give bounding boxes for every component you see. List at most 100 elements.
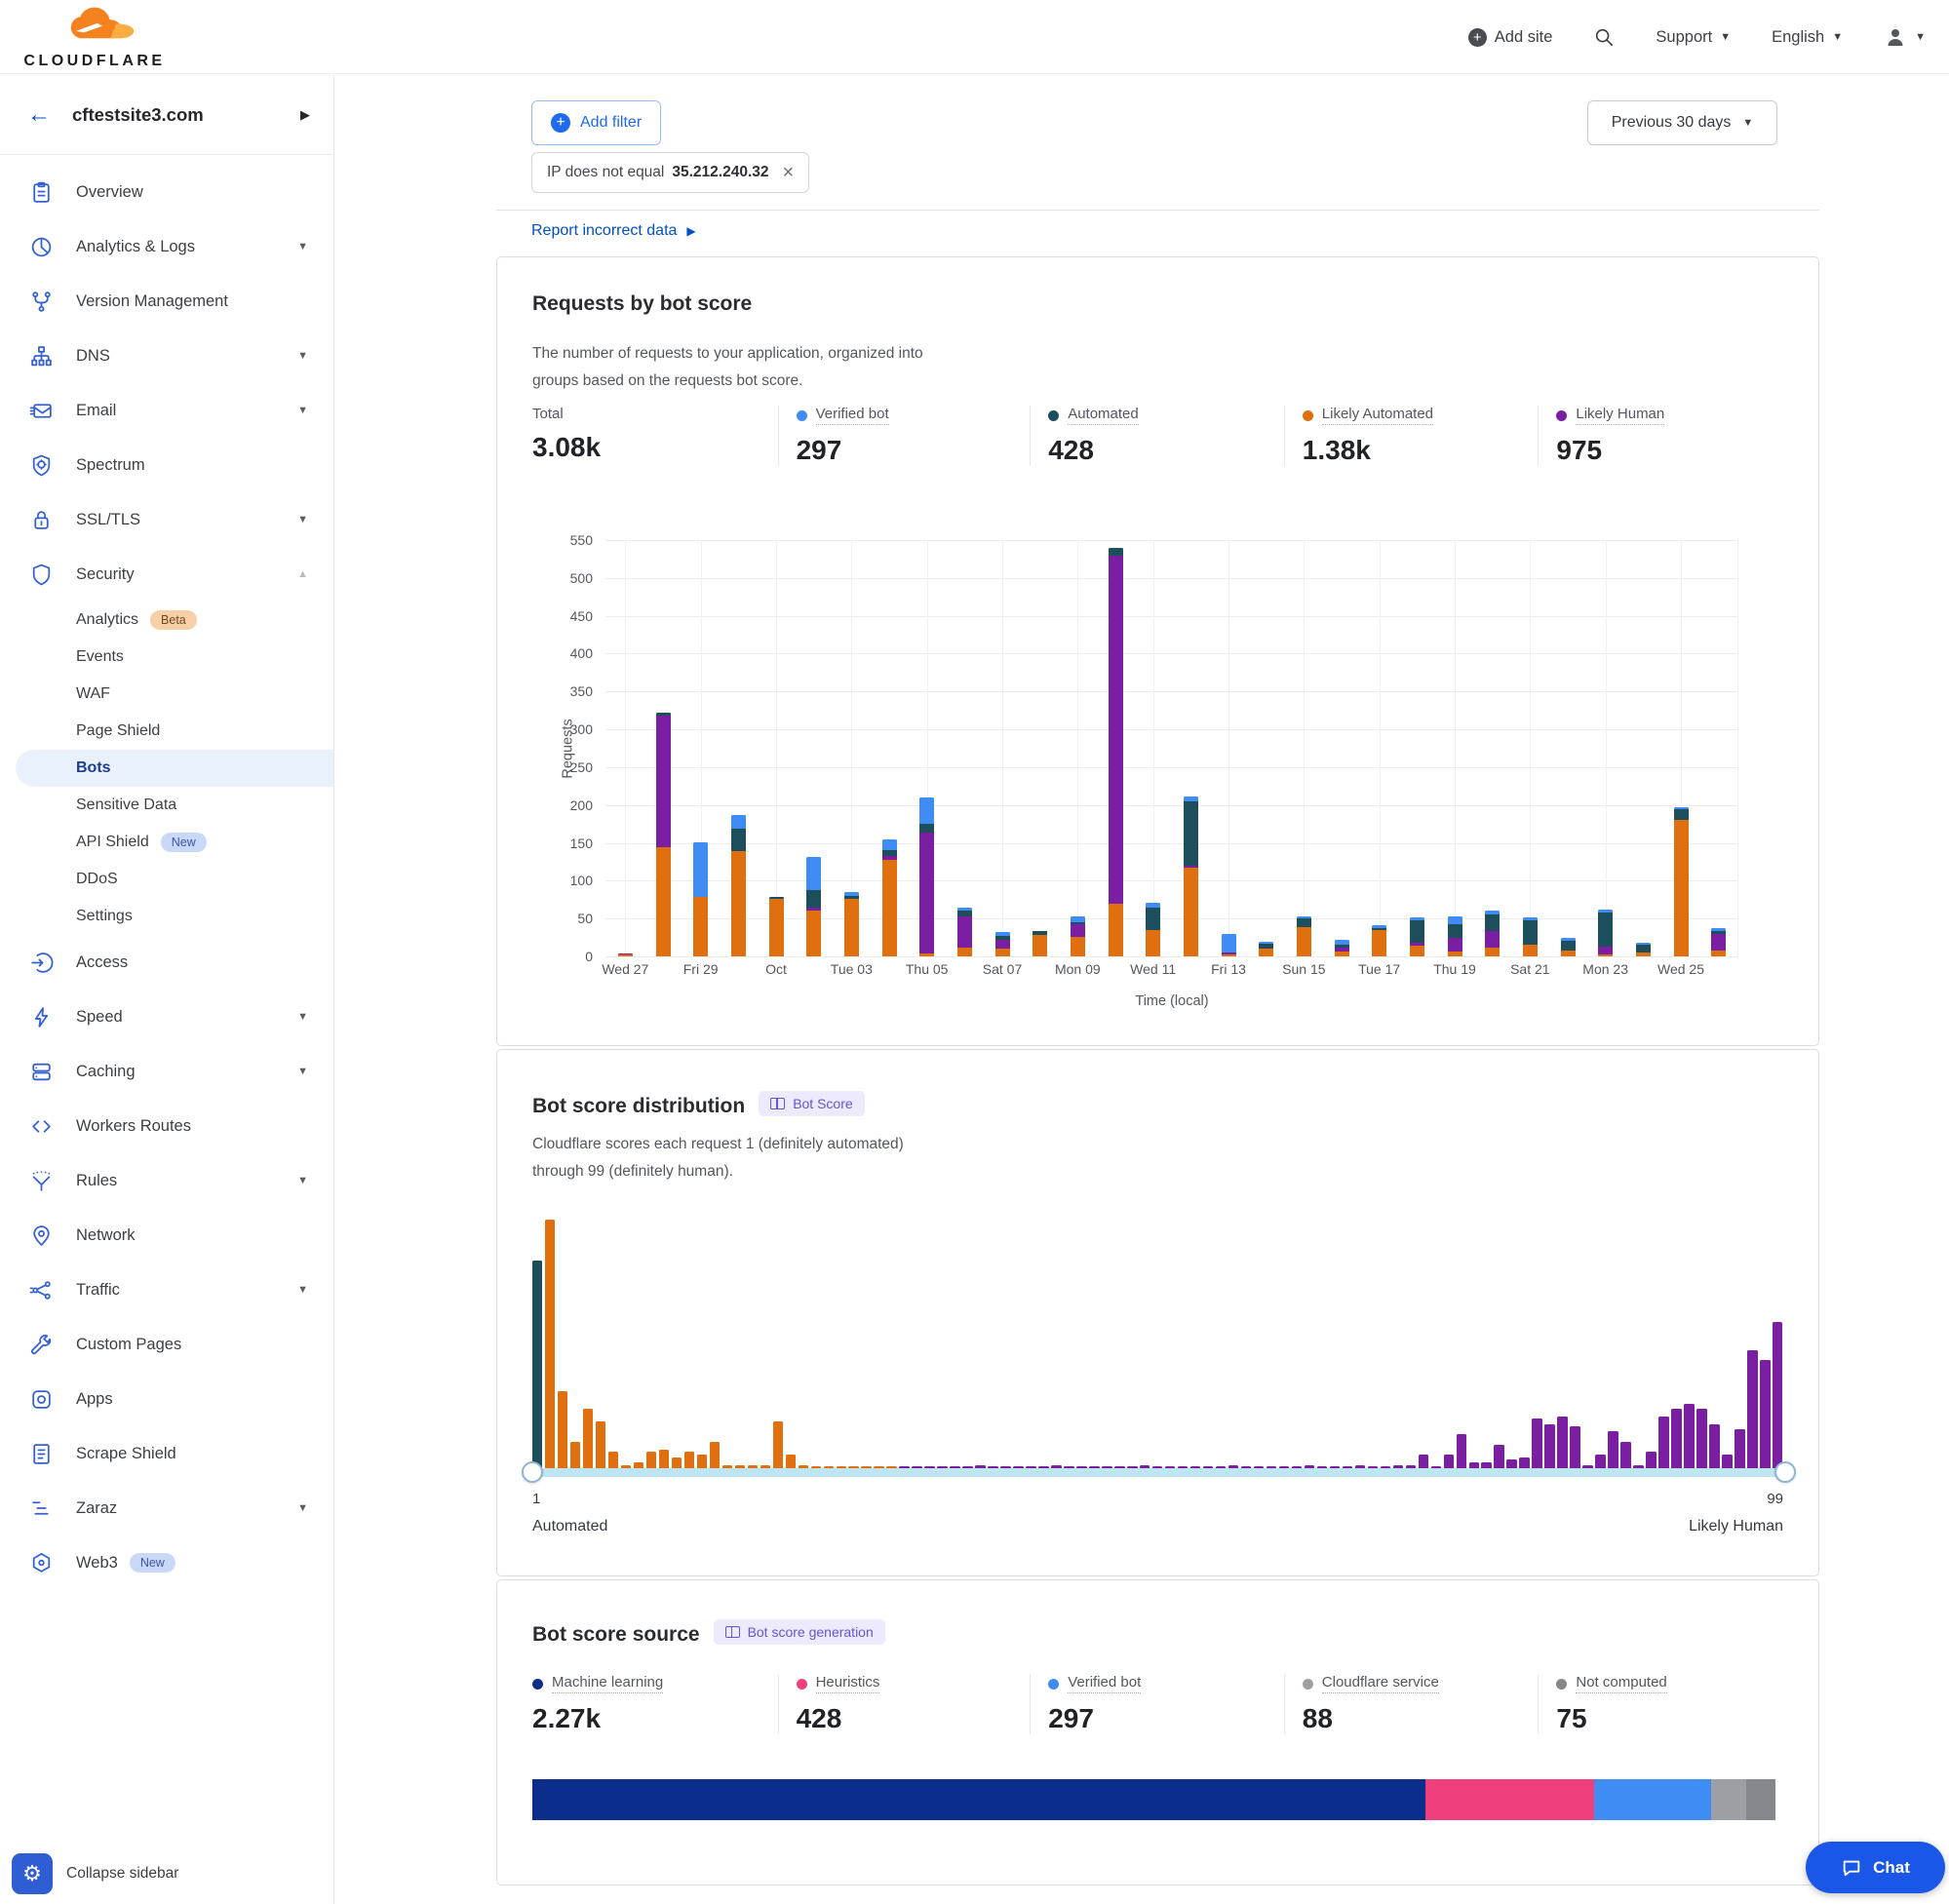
sidebar-item-network[interactable]: Network xyxy=(0,1208,333,1263)
stacked-bar[interactable] xyxy=(656,713,671,956)
stat-label[interactable]: Cloudflare service xyxy=(1322,1674,1439,1693)
sidebar-subitem-ddos[interactable]: DDoS xyxy=(0,861,333,898)
sidebar-item-rules[interactable]: Rules▼ xyxy=(0,1153,333,1208)
quick-settings-button[interactable]: ⚙ xyxy=(12,1853,53,1894)
stat-label[interactable]: Likely Human xyxy=(1576,406,1664,425)
bot-score-histogram[interactable] xyxy=(532,1220,1785,1475)
sidebar-item-traffic[interactable]: Traffic▼ xyxy=(0,1263,333,1317)
stacked-bar[interactable] xyxy=(1033,931,1047,956)
slider-handle-max[interactable] xyxy=(1774,1461,1796,1483)
sidebar-subitem-waf[interactable]: WAF xyxy=(0,676,333,713)
support-menu[interactable]: Support ▼ xyxy=(1656,28,1731,47)
stacked-bar[interactable] xyxy=(882,839,897,956)
sidebar-subitem-events[interactable]: Events xyxy=(0,639,333,676)
stat-label[interactable]: Likely Automated xyxy=(1322,406,1433,425)
stacked-bar[interactable] xyxy=(1184,797,1198,956)
sidebar-subitem-api-shield[interactable]: API ShieldNew xyxy=(0,824,333,861)
stacked-bar[interactable] xyxy=(1109,548,1123,956)
histogram-bin[interactable] xyxy=(1557,1417,1567,1475)
stacked-bar[interactable] xyxy=(1636,943,1651,956)
sidebar-item-dns[interactable]: DNS▼ xyxy=(0,329,333,383)
sidebar-item-zaraz[interactable]: Zaraz▼ xyxy=(0,1481,333,1535)
stacked-bar[interactable] xyxy=(1071,916,1085,956)
stacked-bar[interactable] xyxy=(1598,910,1613,956)
histogram-bin[interactable] xyxy=(1532,1418,1541,1475)
sidebar-subitem-analytics[interactable]: AnalyticsBeta xyxy=(0,602,333,639)
sidebar-item-analytics-logs[interactable]: Analytics & Logs▼ xyxy=(0,219,333,274)
histogram-bin[interactable] xyxy=(773,1421,783,1475)
stacked-bar[interactable] xyxy=(1259,942,1273,956)
stat-label[interactable]: Heuristics xyxy=(816,1674,880,1693)
slider-handle-min[interactable] xyxy=(522,1461,543,1483)
bot-score-doc-chip[interactable]: Bot Score xyxy=(759,1091,864,1116)
histogram-bin[interactable] xyxy=(532,1261,542,1475)
stacked-bar[interactable] xyxy=(1297,916,1311,956)
sidebar-item-version-management[interactable]: Version Management xyxy=(0,274,333,329)
stacked-bar[interactable] xyxy=(995,932,1010,956)
sidebar-item-overview[interactable]: Overview xyxy=(0,165,333,219)
stacked-bar[interactable] xyxy=(844,892,859,956)
stacked-bar[interactable] xyxy=(919,797,934,956)
stacked-bar[interactable] xyxy=(1410,917,1424,956)
sidebar-item-speed[interactable]: Speed▼ xyxy=(0,990,333,1044)
histogram-bin[interactable] xyxy=(583,1409,593,1475)
stat-label[interactable]: Automated xyxy=(1068,406,1139,425)
histogram-bin[interactable] xyxy=(1671,1409,1681,1475)
sidebar-item-custom-pages[interactable]: Custom Pages xyxy=(0,1317,333,1372)
remove-filter-icon[interactable]: × xyxy=(783,162,795,184)
stacked-bar[interactable] xyxy=(731,815,746,956)
chat-button[interactable]: Chat xyxy=(1806,1842,1945,1893)
sidebar-item-caching[interactable]: Caching▼ xyxy=(0,1044,333,1099)
sidebar-item-security[interactable]: Security▲ xyxy=(0,547,333,602)
histogram-bin[interactable] xyxy=(545,1220,555,1475)
sidebar-item-scrape-shield[interactable]: Scrape Shield xyxy=(0,1426,333,1481)
chevron-right-icon[interactable]: ▶ xyxy=(300,107,310,123)
sidebar-item-email[interactable]: Email▼ xyxy=(0,383,333,438)
stat-label[interactable]: Verified bot xyxy=(1068,1674,1141,1693)
histogram-bin[interactable] xyxy=(1747,1350,1757,1475)
sidebar-item-workers-routes[interactable]: Workers Routes xyxy=(0,1099,333,1153)
stacked-bar[interactable] xyxy=(1222,934,1236,956)
sidebar-subitem-sensitive-data[interactable]: Sensitive Data xyxy=(0,787,333,824)
stacked-bar[interactable] xyxy=(1335,940,1349,956)
requests-chart-plot[interactable]: 050100150200250300350400450500550Wed 27F… xyxy=(606,540,1737,956)
stacked-bar[interactable] xyxy=(957,908,972,956)
histogram-bin[interactable] xyxy=(1684,1404,1694,1475)
stacked-bar[interactable] xyxy=(1372,925,1386,956)
histogram-bin[interactable] xyxy=(1658,1417,1668,1475)
stacked-bar[interactable] xyxy=(769,897,784,956)
add-filter-button[interactable]: + Add filter xyxy=(531,100,661,145)
report-incorrect-data-link[interactable]: Report incorrect data ▶ xyxy=(531,222,696,240)
sidebar-item-apps[interactable]: Apps xyxy=(0,1372,333,1426)
stat-label[interactable]: Machine learning xyxy=(552,1674,663,1693)
stacked-bar[interactable] xyxy=(1561,938,1576,956)
bot-score-generation-doc-chip[interactable]: Bot score generation xyxy=(714,1619,885,1645)
stacked-bar[interactable] xyxy=(618,953,633,956)
date-range-dropdown[interactable]: Previous 30 days ▼ xyxy=(1587,100,1777,145)
stat-label[interactable]: Not computed xyxy=(1576,1674,1666,1693)
histogram-bin[interactable] xyxy=(1760,1360,1770,1475)
sidebar-item-spectrum[interactable]: Spectrum xyxy=(0,438,333,492)
site-selector[interactable]: ← cftestsite3.com ▶ xyxy=(0,75,333,155)
histogram-bin[interactable] xyxy=(596,1421,605,1475)
search-button[interactable] xyxy=(1593,26,1615,48)
histogram-bin[interactable] xyxy=(1696,1409,1706,1475)
collapse-sidebar-button[interactable]: Collapse sidebar xyxy=(66,1865,178,1883)
sidebar-item-ssl-tls[interactable]: SSL/TLS▼ xyxy=(0,492,333,547)
stacked-bar[interactable] xyxy=(693,842,708,956)
histogram-bin[interactable] xyxy=(1773,1322,1782,1475)
stacked-bar[interactable] xyxy=(1674,807,1689,956)
stacked-bar[interactable] xyxy=(1146,903,1160,956)
cloudflare-logo[interactable]: CLOUDFLARE xyxy=(21,4,168,70)
stacked-bar[interactable] xyxy=(806,857,821,956)
account-menu[interactable]: ▼ xyxy=(1884,25,1926,49)
sidebar-subitem-bots[interactable]: Bots xyxy=(16,750,333,787)
sidebar-subitem-settings[interactable]: Settings xyxy=(0,898,333,935)
language-menu[interactable]: English ▼ xyxy=(1772,28,1843,47)
stacked-bar[interactable] xyxy=(1448,916,1462,956)
back-arrow-icon[interactable]: ← xyxy=(27,101,51,129)
stacked-bar[interactable] xyxy=(1485,911,1500,956)
stacked-bar[interactable] xyxy=(1711,928,1726,956)
add-site-button[interactable]: + Add site xyxy=(1468,28,1553,47)
sidebar-item-access[interactable]: Access xyxy=(0,935,333,990)
